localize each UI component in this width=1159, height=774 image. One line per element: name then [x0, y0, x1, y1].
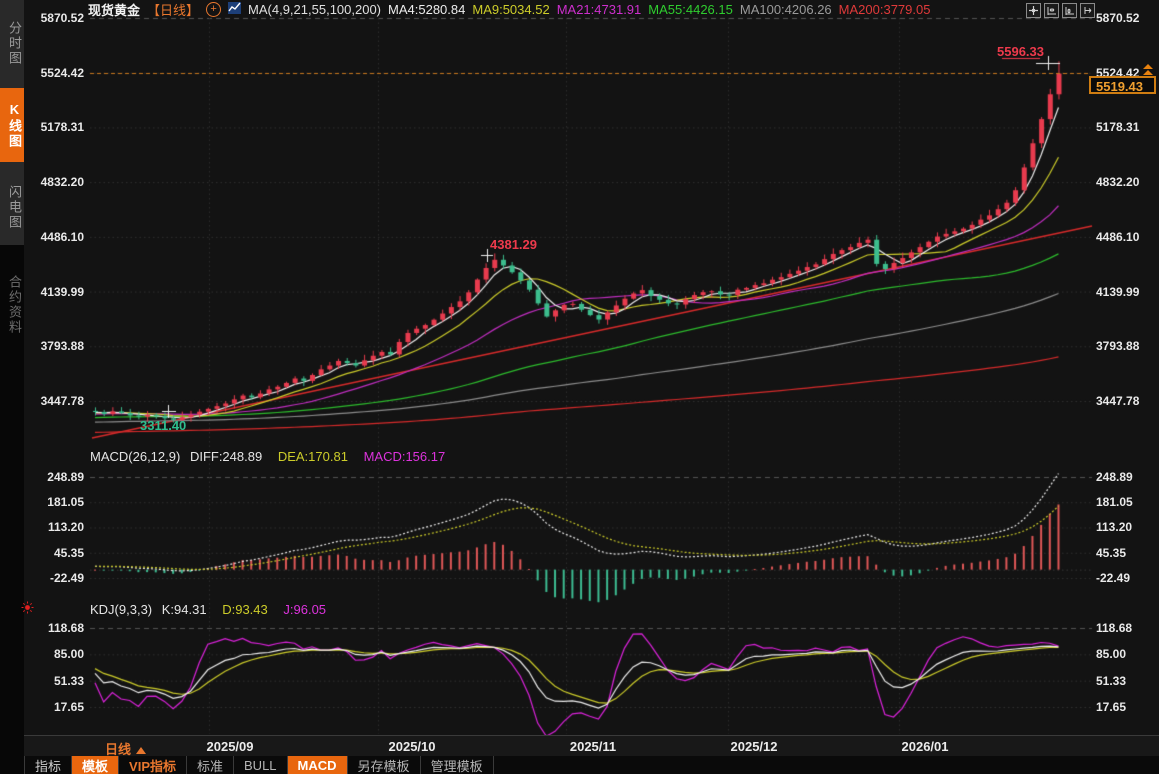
axis-tick-label: 5178.31	[24, 120, 84, 134]
tab-vip-indicators[interactable]: VIP指标	[119, 756, 187, 774]
tab-templates[interactable]: 模板	[72, 756, 119, 774]
sidebar-item-contract-info[interactable]: 合约资料	[0, 252, 24, 358]
axis-tick-label: 118.68	[1096, 621, 1158, 635]
tab-standard[interactable]: 标准	[187, 756, 234, 774]
highest-price-label: 5596.33	[997, 44, 1044, 59]
axis-tick-label: 113.20	[24, 520, 84, 534]
axis-tick-label: 248.89	[1096, 470, 1158, 484]
chart-header: 现货黄金 【日线】 + MA(4,9,21,55,100,200) MA4:52…	[88, 1, 930, 18]
axis-tick-label: 51.33	[24, 674, 84, 688]
axis-tick-label: 17.65	[24, 700, 84, 714]
axis-tick-label: 118.68	[24, 621, 84, 635]
period-tag: 【日线】	[147, 0, 199, 19]
axis-tick-label: 5524.42	[24, 66, 84, 80]
chart-toolbar	[1026, 3, 1095, 18]
symbol-name: 现货黄金	[88, 0, 140, 19]
tab-manage-templates[interactable]: 管理模板	[421, 756, 494, 774]
axis-tick-label: 4139.99	[24, 285, 84, 299]
sidebar-item-time-chart[interactable]: 分时图	[0, 6, 24, 80]
ma200-value: MA200:3779.05	[839, 2, 931, 17]
ma55-value: MA55:4426.15	[648, 2, 733, 17]
scroll-up-arrows-icon[interactable]	[1143, 64, 1153, 76]
axis-tick-label: 248.89	[24, 470, 84, 484]
axis-tick-label: 17.65	[1096, 700, 1158, 714]
last-price-box[interactable]: 5519.43	[1089, 76, 1156, 94]
axis-tick-label: 4832.20	[1096, 175, 1158, 189]
axis-tick-label: 45.35	[24, 546, 84, 560]
tab-macd[interactable]: MACD	[288, 756, 348, 774]
macd-title: MACD(26,12,9)	[90, 449, 180, 464]
axis-tick-label: -22.49	[24, 571, 84, 585]
axis-tick-label: 51.33	[1096, 674, 1158, 688]
ma100-value: MA100:4206.26	[740, 2, 832, 17]
axis-tick-label: 4486.10	[1096, 230, 1158, 244]
kdj-d-value: D:93.43	[222, 602, 268, 617]
fit-vertical-axis-icon[interactable]	[1044, 3, 1059, 18]
triangle-up-icon	[136, 747, 146, 754]
axis-tick-label: 4486.10	[24, 230, 84, 244]
macd-diff-value: DIFF:248.89	[190, 449, 262, 464]
kdj-k-value: K:94.31	[162, 602, 207, 617]
axis-tick-label: 3793.88	[1096, 339, 1158, 353]
alert-dot-icon[interactable]	[21, 601, 34, 619]
axis-tick-label: 3447.78	[1096, 394, 1158, 408]
month-label: 2026/01	[902, 739, 949, 754]
sidebar-item-lightning-chart[interactable]: 闪电图	[0, 170, 24, 244]
macd-macd-value: MACD:156.17	[364, 449, 446, 464]
chart-canvas[interactable]	[0, 0, 1159, 736]
add-overlay-icon[interactable]: +	[206, 2, 221, 17]
kdj-label-row: KDJ(9,3,3) K:94.31 D:93.43 J:96.05	[90, 602, 326, 617]
tab-indicators[interactable]: 指标	[24, 756, 72, 774]
axis-tick-label: 85.00	[24, 647, 84, 661]
local-peak-label: 4381.29	[490, 237, 537, 252]
ma21-value: MA21:4731.91	[557, 2, 642, 17]
trading-app-window: 分时图 K线图 闪电图 合约资料 现货黄金 【日线】 + MA(4,9,21,5…	[0, 0, 1159, 774]
pan-right-icon[interactable]	[1080, 3, 1095, 18]
axis-tick-label: 3447.78	[24, 394, 84, 408]
fit-horizontal-axis-icon[interactable]	[1062, 3, 1077, 18]
axis-tick-label: 5870.52	[1096, 11, 1158, 25]
kdj-j-value: J:96.05	[283, 602, 326, 617]
axis-tick-label: 113.20	[1096, 520, 1158, 534]
ma4-value: MA4:5280.84	[388, 2, 465, 17]
crosshair-icon[interactable]	[1026, 3, 1041, 18]
tab-save-template[interactable]: 另存模板	[348, 756, 421, 774]
sidebar-item-kline-chart[interactable]: K线图	[0, 88, 24, 162]
kline-style-icon[interactable]	[228, 2, 241, 17]
axis-tick-label: 4139.99	[1096, 285, 1158, 299]
axis-tick-label: 45.35	[1096, 546, 1158, 560]
axis-tick-label: 4832.20	[24, 175, 84, 189]
month-label: 2025/12	[731, 739, 778, 754]
macd-label-row: MACD(26,12,9) DIFF:248.89 DEA:170.81 MAC…	[90, 449, 445, 464]
axis-tick-label: 181.05	[24, 495, 84, 509]
lowest-price-label: 3311.40	[140, 418, 186, 433]
axis-tick-label: 181.05	[1096, 495, 1158, 509]
date-axis-row: 日线 2025/09 2025/10 2025/11 2025/12 2026/01	[24, 735, 1159, 756]
bottom-toolbar: 指标 模板 VIP指标 标准 BULL MACD 另存模板 管理模板	[24, 756, 1159, 774]
tab-bull[interactable]: BULL	[234, 756, 288, 774]
kdj-title: KDJ(9,3,3)	[90, 602, 152, 617]
axis-tick-label: 5870.52	[24, 11, 84, 25]
axis-tick-label: 85.00	[1096, 647, 1158, 661]
macd-dea-value: DEA:170.81	[278, 449, 348, 464]
axis-tick-label: 3793.88	[24, 339, 84, 353]
ma9-value: MA9:5034.52	[472, 2, 549, 17]
month-label: 2025/11	[570, 739, 616, 754]
axis-tick-label: -22.49	[1096, 571, 1158, 585]
period-selector-label: 日线	[105, 742, 131, 757]
month-label: 2025/10	[389, 739, 436, 754]
ma-title: MA(4,9,21,55,100,200)	[248, 2, 381, 17]
month-label: 2025/09	[207, 739, 254, 754]
left-sidebar: 分时图 K线图 闪电图 合约资料	[0, 0, 24, 774]
axis-tick-label: 5178.31	[1096, 120, 1158, 134]
